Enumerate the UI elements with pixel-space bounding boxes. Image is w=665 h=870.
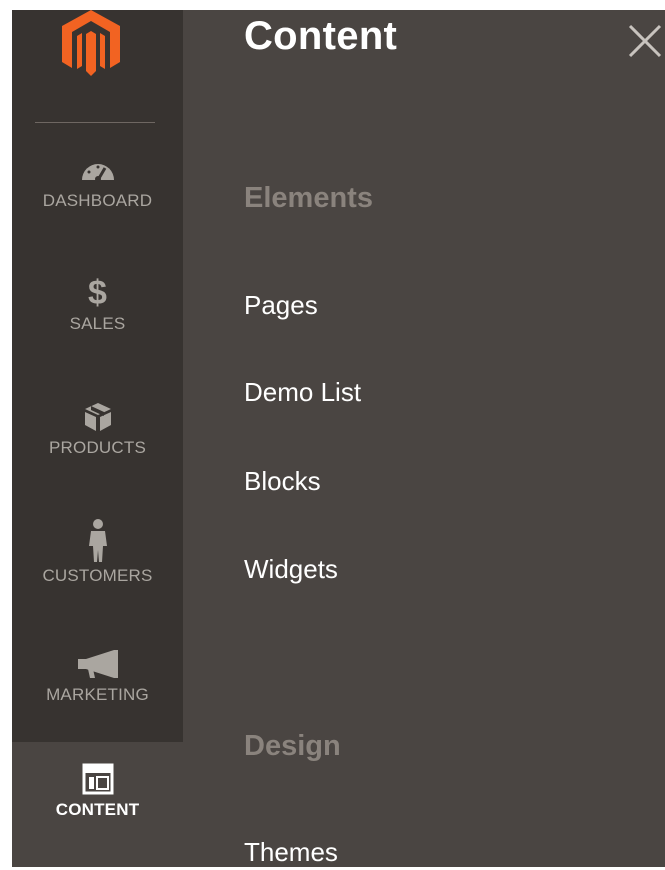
panel-title: Content xyxy=(244,14,398,58)
sidebar-item-products[interactable]: PRODUCTS xyxy=(12,400,183,458)
sidebar-item-content[interactable]: CONTENT xyxy=(12,742,183,867)
sidebar-item-customers[interactable]: CUSTOMERS xyxy=(12,518,183,586)
layout-icon xyxy=(12,762,183,796)
sidebar-item-label: CONTENT xyxy=(55,800,140,819)
person-icon xyxy=(12,518,183,562)
megaphone-icon xyxy=(12,647,183,681)
sidebar-item-marketing[interactable]: MARKETING xyxy=(12,647,183,705)
sidebar-item-label: SALES xyxy=(69,314,126,333)
menu-link-themes[interactable]: Themes xyxy=(244,837,338,867)
box-icon xyxy=(12,400,183,434)
magento-logo-icon[interactable] xyxy=(60,10,122,76)
sidebar-item-label: DASHBOARD xyxy=(42,191,153,210)
section-heading-elements: Elements xyxy=(244,182,373,214)
menu-link-blocks[interactable]: Blocks xyxy=(244,466,321,497)
admin-menu: DASHBOARD $ SALES PRODUCTS CUSTOMERS MAR… xyxy=(12,10,665,867)
sidebar-item-label: CUSTOMERS xyxy=(42,566,153,585)
dollar-icon: $ xyxy=(88,274,107,312)
sidebar-item-label: PRODUCTS xyxy=(49,438,146,457)
sidebar-item-sales[interactable]: $ SALES xyxy=(12,276,183,334)
menu-link-widgets[interactable]: Widgets xyxy=(244,554,338,585)
menu-link-pages[interactable]: Pages xyxy=(244,290,318,321)
close-icon[interactable] xyxy=(626,22,664,60)
sidebar-item-dashboard[interactable]: DASHBOARD xyxy=(12,153,183,211)
menu-link-demo-list[interactable]: Demo List xyxy=(244,377,361,408)
sidebar-item-label: MARKETING xyxy=(46,685,149,704)
sidebar: DASHBOARD $ SALES PRODUCTS CUSTOMERS MAR… xyxy=(12,10,183,867)
speedometer-icon xyxy=(12,153,183,187)
section-heading-design: Design xyxy=(244,730,341,762)
sidebar-divider xyxy=(35,122,155,123)
